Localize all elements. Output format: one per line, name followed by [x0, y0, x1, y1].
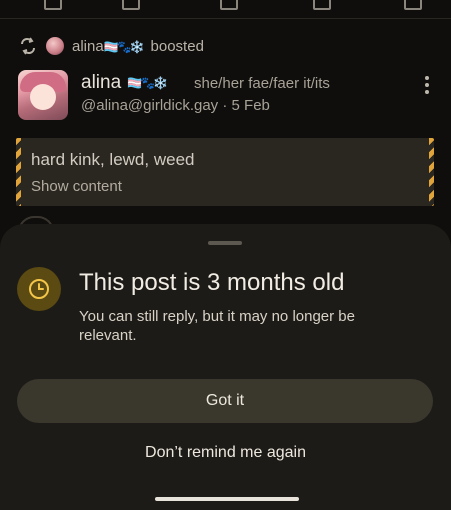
sheet-title: This post is 3 months old: [79, 269, 345, 296]
boost-icon: [21, 37, 35, 55]
toolbar-icon[interactable]: [404, 0, 422, 10]
toolbar-icon[interactable]: [313, 0, 331, 10]
sheet-drag-handle[interactable]: [208, 241, 242, 245]
got-it-button[interactable]: Got it: [17, 379, 433, 423]
home-indicator[interactable]: [155, 497, 299, 501]
author-handle-line: @alina@girldick.gay · 5 Feb: [81, 97, 270, 114]
clock-icon: [17, 267, 61, 311]
sheet-message: You can still reply, but it may no longe…: [79, 308, 355, 344]
dont-remind-button[interactable]: Don’t remind me again: [0, 444, 451, 462]
top-toolbar-edge: [0, 0, 451, 19]
author-avatar[interactable]: [18, 70, 68, 120]
booster-emoji: 🏳️‍⚧️🐾❄️: [103, 39, 145, 54]
toolbar-icon[interactable]: [44, 0, 62, 10]
content-warning-box[interactable]: hard kink, lewd, weed Show content: [16, 138, 434, 206]
booster-avatar[interactable]: [46, 37, 64, 55]
author-name[interactable]: alina 🏳️‍⚧️🐾❄️: [81, 72, 168, 94]
more-options-icon[interactable]: [420, 76, 434, 94]
author-emoji: 🏳️‍⚧️🐾❄️: [127, 76, 168, 90]
bottom-sheet: This post is 3 months old You can still …: [0, 224, 451, 510]
boost-header[interactable]: alina🏳️‍⚧️🐾❄️ boosted: [18, 36, 204, 56]
warning-stripe: [429, 138, 434, 206]
toolbar-icon[interactable]: [122, 0, 140, 10]
post-date: 5 Feb: [231, 97, 270, 114]
booster-name[interactable]: alina: [72, 38, 104, 55]
author-handle[interactable]: @alina@girldick.gay: [81, 97, 218, 114]
boosted-label: boosted: [150, 37, 204, 55]
content-warning-text: hard kink, lewd, weed: [31, 150, 195, 169]
show-content-button[interactable]: Show content: [31, 178, 122, 195]
toolbar-icon[interactable]: [220, 0, 238, 10]
warning-stripe: [16, 138, 21, 206]
author-pronouns: she/her fae/faer it/its: [194, 75, 330, 92]
